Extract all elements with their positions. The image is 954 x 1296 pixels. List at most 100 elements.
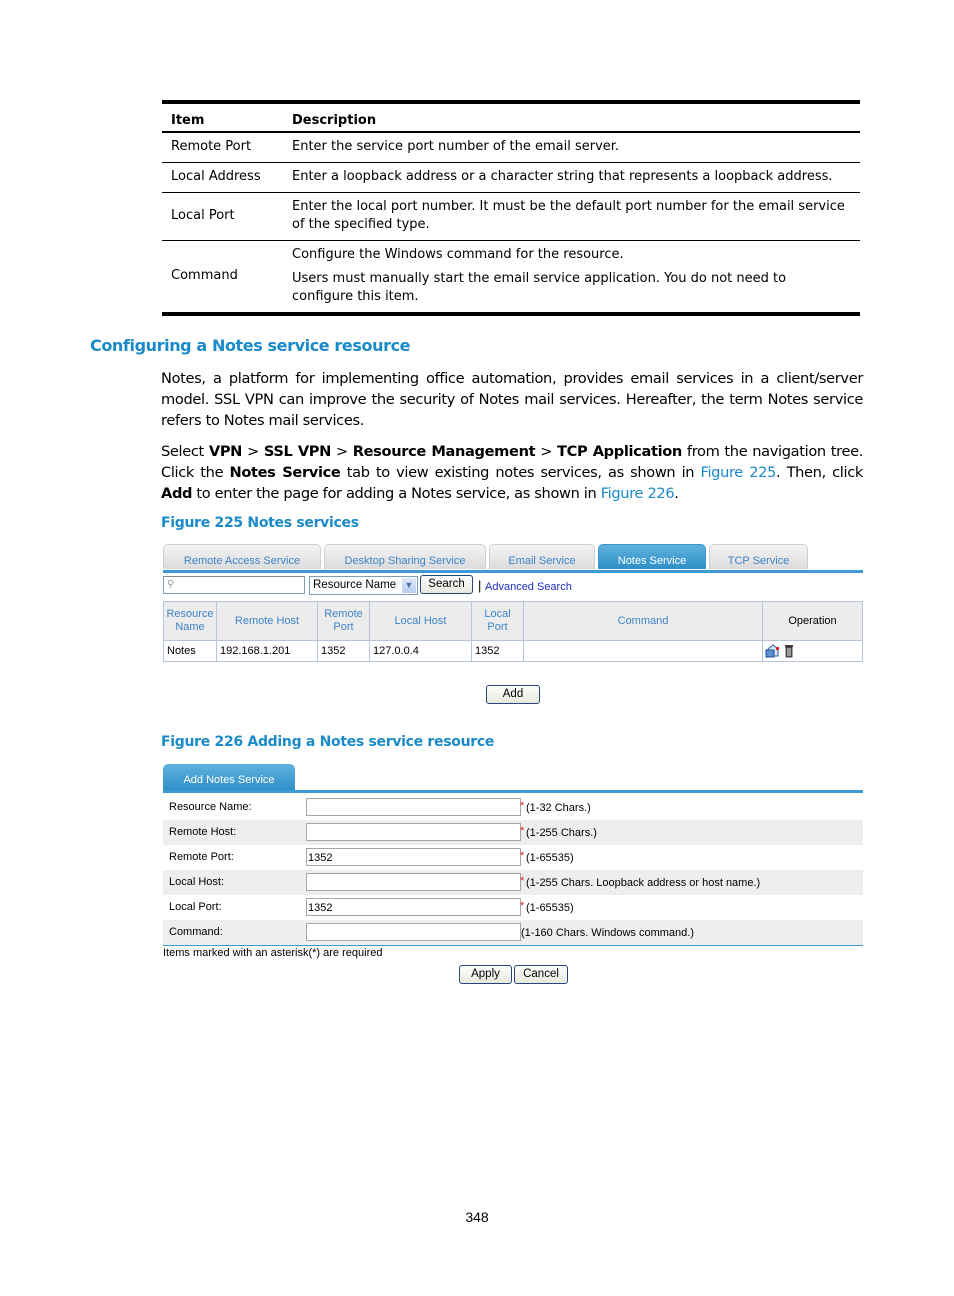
table-row: Command Configure the Windows command fo… xyxy=(162,240,860,316)
edit-icon[interactable] xyxy=(765,644,781,658)
required-marker: * xyxy=(520,800,525,812)
trash-icon[interactable] xyxy=(784,644,794,658)
item-cell: Local Address xyxy=(162,162,283,193)
page-number: 348 xyxy=(465,1209,489,1225)
remote-host-field[interactable] xyxy=(306,823,521,841)
text: > xyxy=(330,443,353,460)
field-hint: (1-255 Chars.) xyxy=(526,827,597,839)
separator: | xyxy=(478,578,482,593)
col-label: Remote Port xyxy=(324,608,363,633)
col-description-header: Description xyxy=(283,100,860,133)
table-row: Local Address Enter a loopback address o… xyxy=(162,162,860,193)
resource-name-cell: Notes xyxy=(163,640,217,662)
tab-email-service[interactable]: Email Service xyxy=(489,544,595,569)
menu-path-ssl-vpn: SSL VPN xyxy=(263,443,332,460)
col-resource-name[interactable]: Resource Name xyxy=(163,601,217,641)
required-note: Items marked with an asterisk(*) are req… xyxy=(163,947,383,959)
search-button[interactable]: Search xyxy=(420,575,473,594)
field-hint: (1-65535) xyxy=(526,902,574,914)
remote-port-field[interactable] xyxy=(306,848,521,866)
col-operation: Operation xyxy=(762,601,863,641)
col-local-host[interactable]: Local Host xyxy=(369,601,472,641)
tab-underline xyxy=(163,790,863,793)
search-input[interactable]: ⚲ xyxy=(163,576,305,594)
description-text: Enter the service port number of the ema… xyxy=(292,139,620,155)
field-hint: (1-160 Chars. Windows command.) xyxy=(521,927,695,939)
notes-service-table: Resource Name Remote Host Remote Port Loca… xyxy=(163,601,863,662)
field-label: Command: xyxy=(169,926,223,938)
form-row-resource-name: Resource Name: * (1-32 Chars.) xyxy=(163,795,863,820)
menu-path-vpn: VPN xyxy=(208,443,243,460)
text: > xyxy=(242,443,264,460)
local-host-cell: 127.0.0.4 xyxy=(369,640,472,662)
text: . Then, click xyxy=(776,464,863,481)
item-cell: Command xyxy=(162,240,283,316)
description-text: Enter the local port number. It must be … xyxy=(292,199,845,232)
form-row-remote-host: Remote Host: * (1-255 Chars.) xyxy=(163,820,863,845)
instructions-paragraph: Select VPN > SSL VPN > Resource Manageme… xyxy=(161,441,863,504)
description-text: Configure the Windows command for the re… xyxy=(292,247,624,263)
search-field-select[interactable]: Resource Name ▼ xyxy=(309,576,418,595)
tab-underline xyxy=(163,570,863,573)
select-value: Resource Name xyxy=(313,579,397,591)
description-cell: Enter the local port number. It must be … xyxy=(283,192,860,241)
add-button[interactable]: Add xyxy=(486,685,540,704)
field-label: Local Host: xyxy=(169,876,225,888)
required-marker: * xyxy=(520,825,525,837)
figure-226-caption: Figure 226 Adding a Notes service resour… xyxy=(161,734,495,750)
intro-paragraph: Notes, a platform for implementing offic… xyxy=(161,370,863,429)
description-cell: Enter the service port number of the ema… xyxy=(283,132,860,163)
description-text: Enter a loopback address or a character … xyxy=(292,169,833,184)
tab-desktop-sharing-service[interactable]: Desktop Sharing Service xyxy=(324,544,486,569)
cancel-button[interactable]: Cancel xyxy=(514,965,568,984)
text: Select xyxy=(161,443,209,460)
tab-notes-service[interactable]: Notes Service xyxy=(598,544,706,569)
col-item-header: Item xyxy=(162,100,283,133)
tab-add-notes-service[interactable]: Add Notes Service xyxy=(163,764,295,791)
col-remote-port[interactable]: Remote Port xyxy=(317,601,370,641)
field-hint: (1-65535) xyxy=(526,852,574,864)
field-label: Remote Host: xyxy=(169,826,237,838)
service-tabs: Remote Access Service Desktop Sharing Se… xyxy=(163,544,811,571)
local-port-field[interactable] xyxy=(306,898,521,916)
local-port-cell: 1352 xyxy=(471,640,524,662)
item-cell: Local Port xyxy=(162,192,283,241)
command-cell xyxy=(523,640,763,662)
form-row-local-host: Local Host: * (1-255 Chars. Loopback add… xyxy=(163,870,863,895)
notes-service-ref: Notes Service xyxy=(229,464,341,481)
form-divider xyxy=(163,945,863,946)
menu-path-resource-management: Resource Management xyxy=(352,443,536,460)
text: to enter the page for adding a Notes ser… xyxy=(192,485,601,502)
chevron-down-icon[interactable]: ▼ xyxy=(402,578,416,593)
tab-remote-access-service[interactable]: Remote Access Service xyxy=(163,544,321,569)
description-table: Item Description Remote Port Enter the s… xyxy=(162,100,860,316)
advanced-search-link[interactable]: Advanced Search xyxy=(485,581,572,593)
local-host-field[interactable] xyxy=(306,873,521,891)
tab-tcp-service[interactable]: TCP Service xyxy=(709,544,808,569)
form-row-local-port: Local Port: * (1-65535) xyxy=(163,895,863,920)
add-notes-service-form: Resource Name: * (1-32 Chars.) Remote Ho… xyxy=(163,795,863,945)
remote-host-cell: 192.168.1.201 xyxy=(216,640,318,662)
text: . xyxy=(674,485,679,502)
col-local-port[interactable]: Local Port xyxy=(471,601,524,641)
item-cell: Remote Port xyxy=(162,132,283,163)
description-cell: Configure the Windows command for the re… xyxy=(283,240,860,316)
field-hint: (1-32 Chars.) xyxy=(526,802,591,814)
col-remote-host[interactable]: Remote Host xyxy=(216,601,318,641)
apply-button[interactable]: Apply xyxy=(459,965,512,984)
resource-name-field[interactable] xyxy=(306,798,521,816)
table-row: Local Port Enter the local port number. … xyxy=(162,192,860,241)
figure-226-link[interactable]: Figure 226 xyxy=(601,485,675,502)
table-row: Remote Port Enter the service port numbe… xyxy=(162,132,860,163)
field-label: Local Port: xyxy=(169,901,222,913)
col-label: Local Port xyxy=(484,608,511,633)
text: tab to view existing notes services, as … xyxy=(340,464,701,481)
figure-225-link[interactable]: Figure 225 xyxy=(700,464,776,481)
col-command[interactable]: Command xyxy=(523,601,763,641)
figure-225-caption: Figure 225 Notes services xyxy=(161,515,359,531)
command-field[interactable] xyxy=(306,923,521,941)
text: > xyxy=(535,443,558,460)
search-icon: ⚲ xyxy=(167,579,175,590)
table-row: Notes 192.168.1.201 1352 127.0.0.4 1352 xyxy=(163,640,863,662)
form-row-command: Command: (1-160 Chars. Windows command.) xyxy=(163,920,863,945)
